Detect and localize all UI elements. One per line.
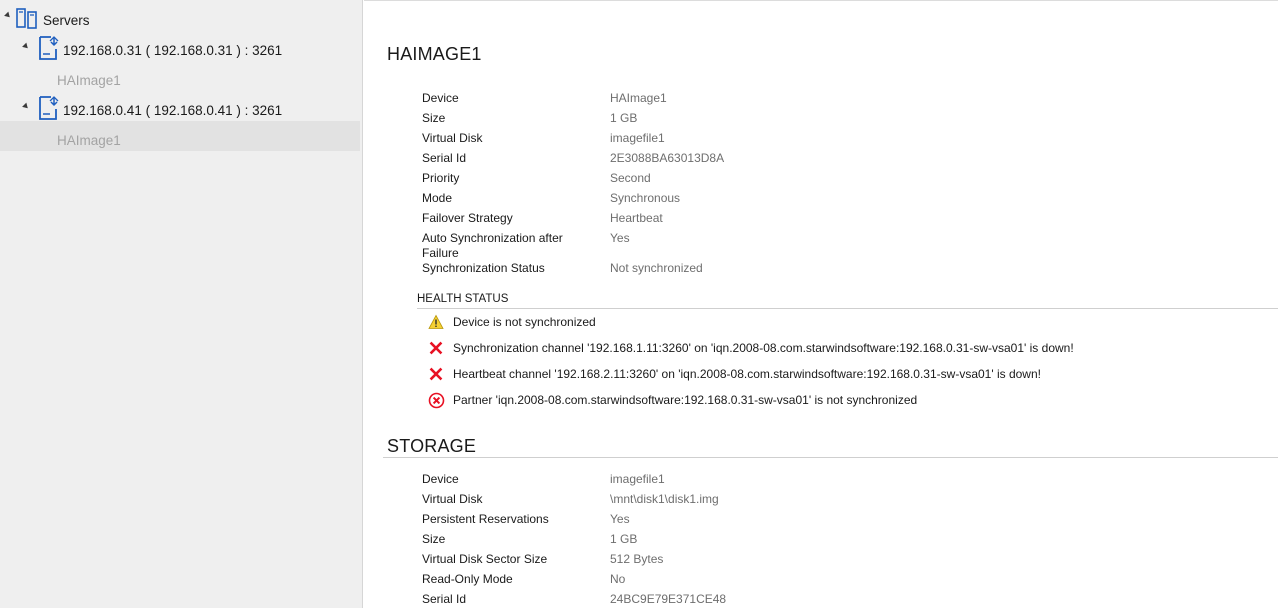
- prop-name: Priority: [422, 171, 460, 185]
- tree-node-device[interactable]: HAImage1: [0, 66, 362, 96]
- health-message: Partner 'iqn.2008-08.com.starwindsoftwar…: [453, 393, 918, 407]
- health-message: Device is not synchronized: [453, 315, 596, 329]
- divider: [417, 308, 1278, 309]
- prop-value: No: [610, 572, 626, 586]
- tree-device-label: HAImage1: [57, 133, 121, 148]
- prop-value: Heartbeat: [610, 211, 663, 225]
- health-message: Synchronization channel '192.168.1.11:32…: [453, 341, 1074, 355]
- prop-name: Device: [422, 91, 459, 105]
- prop-name: Synchronization Status: [422, 261, 545, 275]
- red-x-icon: [428, 366, 444, 382]
- prop-name: Virtual Disk: [422, 131, 483, 145]
- divider: [383, 457, 1278, 458]
- collapse-arrow-icon[interactable]: [22, 42, 30, 51]
- prop-value: Synchronous: [610, 191, 681, 205]
- prop-name: Device: [422, 472, 459, 486]
- prop-value: 2E3088BA63013D8A: [610, 151, 725, 165]
- health-message: Heartbeat channel '192.168.2.11:3260' on…: [453, 367, 1041, 381]
- prop-value: 512 Bytes: [610, 552, 664, 566]
- prop-name: Virtual Disk Sector Size: [422, 552, 548, 566]
- device-section-title: HAIMAGE1: [387, 44, 482, 64]
- tree-server-label: 192.168.0.41 ( 192.168.0.41 ) : 3261: [63, 103, 283, 118]
- prop-name: Read-Only Mode: [422, 572, 513, 586]
- prop-value: 24BC9E79E371CE48: [610, 592, 727, 606]
- servers-group-icon: [16, 8, 38, 35]
- tree-node-device-selected[interactable]: HAImage1: [0, 121, 360, 151]
- prop-value: 1 GB: [610, 111, 638, 125]
- prop-value: imagefile1: [610, 472, 665, 486]
- prop-name: Persistent Reservations: [422, 512, 549, 526]
- prop-value: Yes: [610, 512, 630, 526]
- tree-server-label: 192.168.0.31 ( 192.168.0.31 ) : 3261: [63, 43, 283, 58]
- tree-device-label: HAImage1: [57, 73, 121, 88]
- red-x-icon: [428, 340, 444, 356]
- storage-section-title: STORAGE: [387, 436, 477, 456]
- prop-value: \mnt\disk1\disk1.img: [610, 492, 719, 506]
- prop-name: Virtual Disk: [422, 492, 483, 506]
- prop-name: Serial Id: [422, 592, 467, 606]
- prop-name: Serial Id: [422, 151, 467, 165]
- tree-node-server[interactable]: 192.168.0.31 ( 192.168.0.31 ) : 3261: [0, 35, 362, 65]
- collapse-arrow-icon[interactable]: [22, 102, 30, 111]
- server-tree-panel: Servers 192.168.0.31 ( 192.168.0.31 ) : …: [0, 0, 363, 608]
- device-details-panel: HAIMAGE1 Device HAImage1 Size 1 GB Virtu…: [364, 0, 1278, 609]
- prop-name: Auto Synchronization after Failure: [422, 231, 563, 260]
- server-icon: [38, 35, 60, 66]
- prop-name: Size: [422, 111, 446, 125]
- prop-value: Yes: [610, 231, 630, 245]
- collapse-arrow-icon[interactable]: [4, 11, 12, 20]
- prop-name: Size: [422, 532, 446, 546]
- tree-root-label: Servers: [43, 13, 90, 28]
- prop-value: 1 GB: [610, 532, 638, 546]
- prop-value: imagefile1: [610, 131, 665, 145]
- prop-value: Not synchronized: [610, 261, 703, 275]
- prop-value: Second: [610, 171, 651, 185]
- error-circle-icon: [428, 392, 445, 409]
- tree-node-servers[interactable]: Servers: [0, 5, 362, 35]
- prop-name: Mode: [422, 191, 453, 205]
- prop-name: Failover Strategy: [422, 211, 513, 225]
- warning-icon: [428, 314, 444, 330]
- health-status-heading: HEALTH STATUS: [417, 293, 509, 305]
- prop-value: HAImage1: [610, 91, 667, 105]
